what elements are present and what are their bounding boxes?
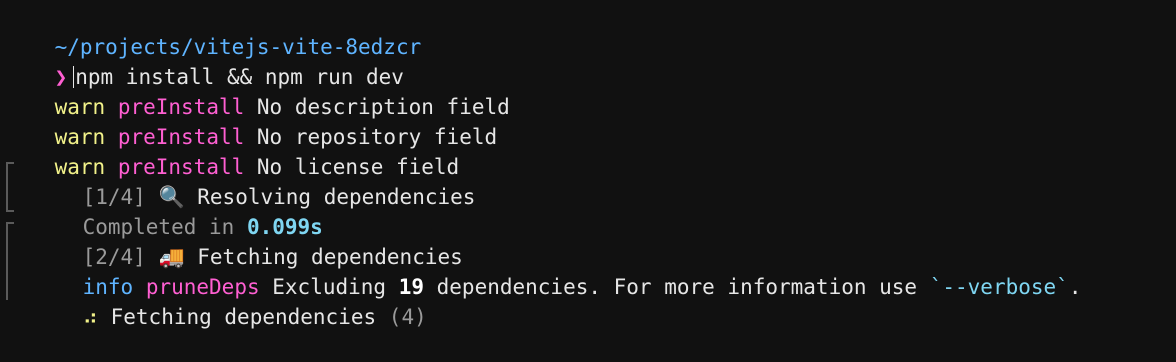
progress-count: (4) bbox=[388, 305, 427, 329]
info-line: info pruneDeps Excluding 19 dependencies… bbox=[4, 242, 1176, 299]
spinner-icon: ⠴ bbox=[82, 305, 98, 329]
step-resolving-line: [1/4] 🔍 Resolving dependencies bbox=[4, 152, 1176, 209]
warning-line: warn preInstall No license field bbox=[4, 122, 1176, 179]
warning-line: warn preInstall No repository field bbox=[4, 92, 1176, 149]
progress-label: Fetching dependencies bbox=[110, 305, 377, 329]
terminal-window[interactable]: ~/projects/vitejs-vite-8edzcr ❯ npm insta… bbox=[0, 0, 1176, 338]
step-fetching-line: [2/4] 🚚 Fetching dependencies bbox=[4, 212, 1176, 269]
warning-line: warn preInstall No description field bbox=[4, 62, 1176, 119]
command-line[interactable]: ❯ npm install && npm run dev bbox=[4, 32, 1176, 89]
step-completed-line: Completed in 0.099s bbox=[4, 182, 1176, 239]
progress-line: ⠴ Fetching dependencies (4) bbox=[4, 272, 1176, 329]
cwd-line: ~/projects/vitejs-vite-8edzcr bbox=[4, 2, 1176, 59]
